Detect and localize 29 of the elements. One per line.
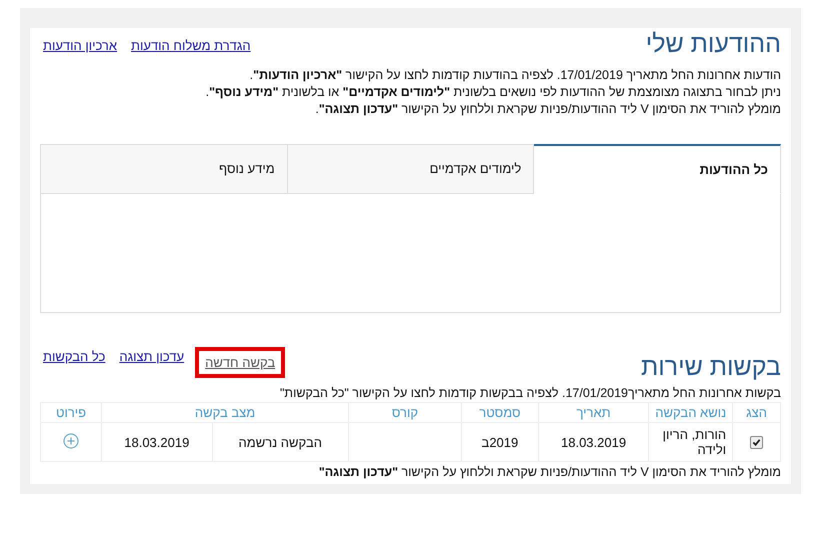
link[interactable]: הגדרת משלוח הודעות — [128, 36, 254, 55]
section-title: ההודעות שלי — [646, 29, 781, 60]
column-header: הצג — [732, 402, 780, 422]
table-cell: הורות, הריון ולידה — [648, 422, 733, 462]
table-cell: 18.03.2019 — [538, 422, 649, 462]
section-title: בקשות שירות — [640, 352, 781, 383]
plus-circle-icon[interactable] — [63, 432, 80, 448]
note-text: מומלץ להוריד את הסימון V ליד ההודעות/פניות שקראת וללחוץ על הקישור "עדכון תצוגה" — [318, 465, 781, 479]
tab[interactable]: מידע נוסף — [40, 144, 288, 194]
table-cell: 18.03.2019 — [102, 422, 212, 462]
column-header: סמסטר — [461, 402, 538, 422]
column-header: פירוט — [40, 402, 102, 422]
link[interactable]: בקשה חדשה — [195, 347, 286, 378]
checkbox[interactable] — [750, 436, 764, 448]
note-text: הודעות אחרונות החל מתאריך 17/01/2019. לצפיה בהודעות קודמות לחצו על הקישור "ארכיון הודעות". — [248, 68, 781, 82]
note-text: מומלץ להוריד את הסימון V ליד ההודעות/פניות שקראת וללחוץ על הקישור "עדכון תצוגה". — [314, 102, 781, 116]
table-cell: הבקשה נרשמה — [212, 422, 348, 462]
note-text: בקשות אחרונות החל מתאריך17/01/2019. לצפיה בבקשות קודמות לחצו על הקישור "כל הבקשות" — [279, 386, 781, 400]
column-header: תאריך — [538, 402, 649, 422]
link[interactable]: כל הבקשות — [40, 347, 108, 378]
tab[interactable]: כל ההודעות — [534, 144, 781, 194]
tab[interactable]: לימודים אקדמיים — [288, 144, 534, 194]
column-header: מצב בקשה — [102, 402, 348, 422]
column-header: נושא הבקשה — [648, 402, 733, 422]
note-text: ניתן לבחור בתצוגה מצומצמת של ההודעות לפי נושאים בלשונית "לימודים אקדמיים" או בלשונית "מידע נוסף". — [204, 85, 781, 99]
link[interactable]: עדכון תצוגה — [116, 347, 188, 378]
link[interactable]: ארכיון הודעות — [40, 36, 120, 55]
table-cell: 2019ב — [461, 422, 538, 462]
column-header: קורס — [348, 402, 462, 422]
